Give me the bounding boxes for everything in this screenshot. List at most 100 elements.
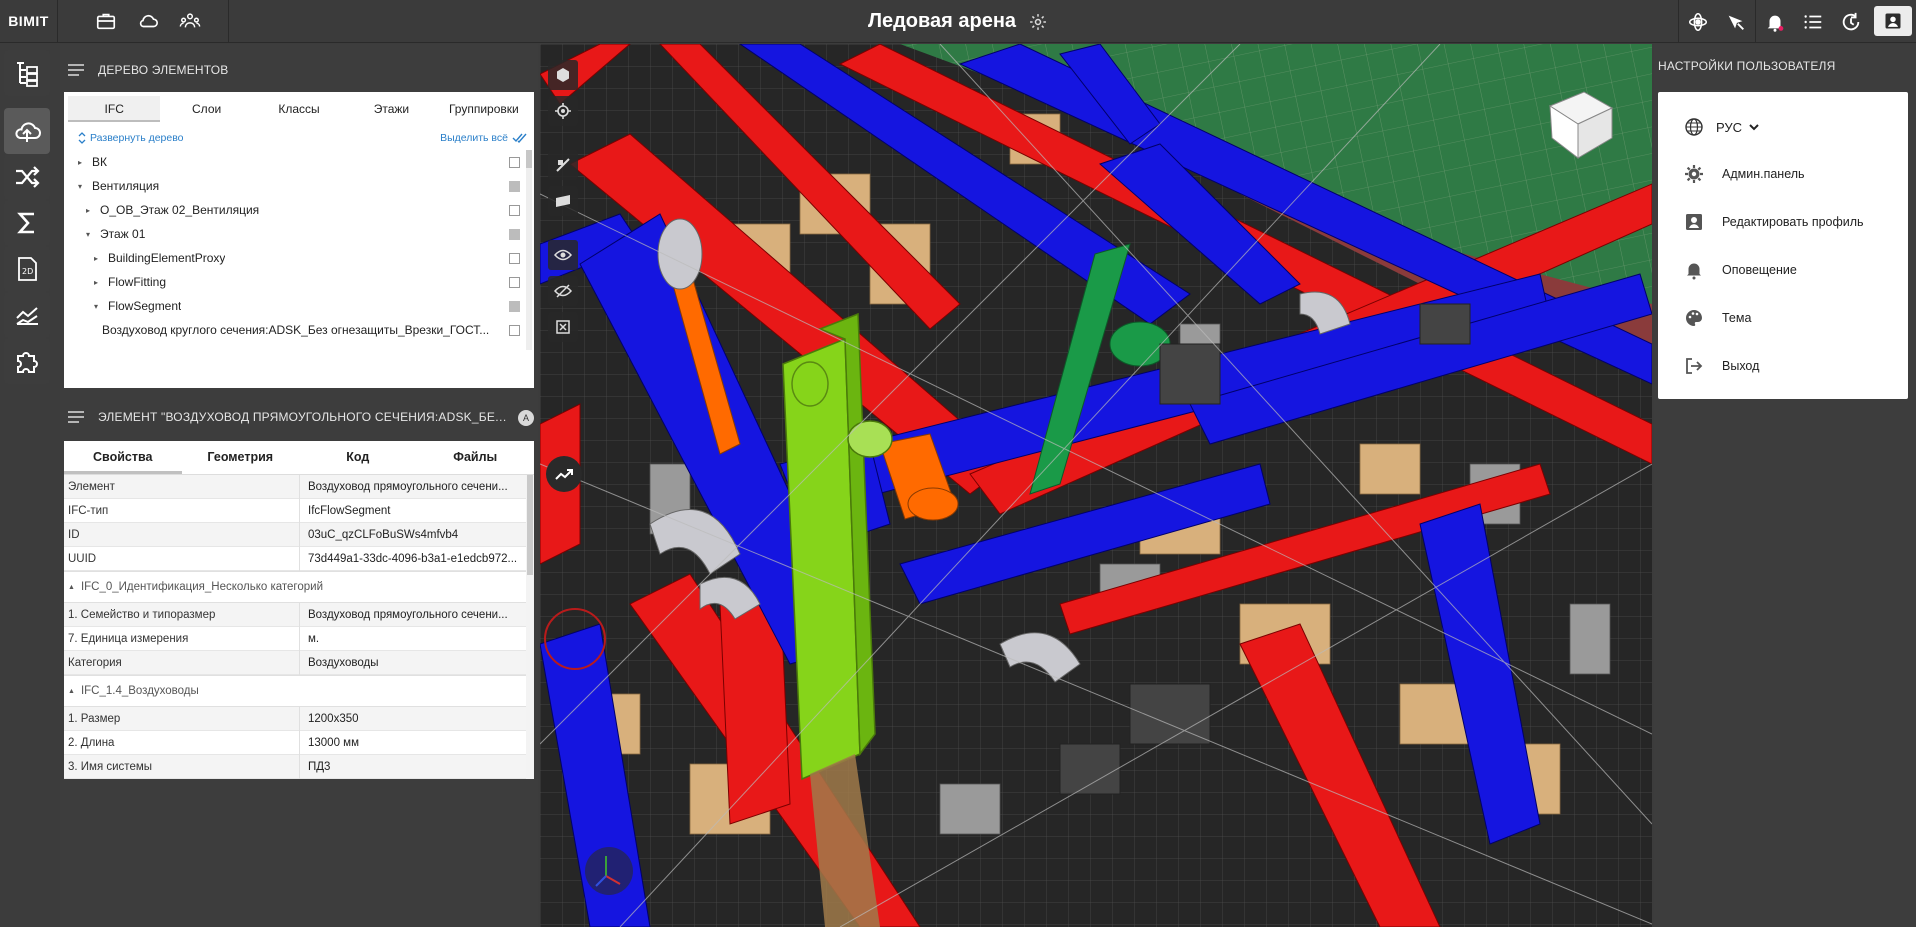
caret-down-icon[interactable]: ▾ — [74, 182, 86, 191]
tree-node-checkbox[interactable] — [509, 252, 520, 264]
property-key: 1. Размер — [64, 706, 300, 731]
logout-item[interactable]: Выход — [1658, 342, 1908, 390]
theme-item[interactable]: Тема — [1658, 294, 1908, 342]
property-group-label: IFC_0_Идентификация_Несколько категорий — [80, 581, 324, 593]
tab-code[interactable]: Код — [299, 441, 417, 474]
list-icon[interactable] — [1794, 0, 1832, 43]
tree-node-checkbox[interactable] — [509, 324, 520, 336]
bell-icon[interactable] — [1756, 0, 1794, 43]
user-settings-panel: НАСТРОЙКИ ПОЛЬЗОВАТЕЛЯ РУС Админ.панель … — [1654, 44, 1916, 927]
notifications-item[interactable]: Оповещение — [1658, 246, 1908, 294]
plugin-icon[interactable] — [4, 338, 50, 384]
plane-icon[interactable] — [548, 186, 578, 216]
caret-right-icon[interactable]: ▸ — [90, 254, 102, 263]
properties-scrollbar[interactable] — [526, 475, 534, 779]
bell-icon — [1687, 263, 1701, 280]
history-icon[interactable] — [1832, 0, 1870, 43]
menu-icon[interactable] — [68, 411, 84, 423]
tree-node[interactable]: ▾ FlowSegment — [64, 294, 534, 318]
tree-node-checkbox[interactable] — [509, 156, 520, 168]
select-all-button[interactable]: Выделить всё — [440, 132, 528, 144]
tree-node[interactable]: ▸ FlowFitting — [64, 270, 534, 294]
caret-right-icon[interactable]: ▸ — [90, 278, 102, 287]
sum-icon[interactable] — [4, 200, 50, 246]
property-row: 1. Размер 1200x350 — [64, 706, 526, 731]
tree-node-checkbox[interactable] — [509, 276, 520, 288]
navigation-cube[interactable] — [1540, 84, 1620, 164]
tree-node-checkbox[interactable] — [509, 228, 520, 240]
tab-classes[interactable]: Классы — [253, 96, 345, 122]
tab-floors[interactable]: Этажи — [345, 96, 437, 122]
trend-icon[interactable] — [546, 456, 582, 492]
account-icon[interactable] — [1874, 6, 1912, 36]
theme-label: Тема — [1722, 311, 1752, 325]
tab-groupings[interactable]: Группировки — [438, 96, 530, 122]
property-key: UUID — [64, 546, 300, 571]
target-icon[interactable] — [548, 96, 578, 126]
eye-icon[interactable] — [548, 240, 578, 270]
tab-geometry[interactable]: Геометрия — [182, 441, 300, 474]
admin-panel-item[interactable]: Админ.панель — [1658, 150, 1908, 198]
tree-tabs: IFC Слои Классы Этажи Группировки — [64, 92, 534, 126]
tree-node-label: BuildingElementProxy — [108, 251, 226, 265]
chevron-down-icon — [1749, 124, 1759, 131]
property-value: Воздуховод прямоугольного сечени... — [308, 608, 508, 621]
caret-down-icon[interactable]: ▾ — [82, 230, 94, 239]
cube-icon[interactable] — [548, 60, 578, 90]
element-badge[interactable]: A — [518, 410, 534, 426]
tab-files[interactable]: Файлы — [417, 441, 535, 474]
section-icon[interactable] — [548, 150, 578, 180]
tree-node[interactable]: Воздуховод круглого сечения:ADSK_Без огн… — [64, 318, 534, 342]
caret-right-icon[interactable]: ▸ — [74, 158, 86, 167]
orbit-icon[interactable] — [1679, 0, 1717, 43]
user-settings-title: НАСТРОЙКИ ПОЛЬЗОВАТЕЛЯ — [1658, 59, 1836, 73]
shuffle-icon[interactable] — [4, 154, 50, 200]
edit-profile-item[interactable]: Редактировать профиль — [1658, 198, 1908, 246]
menu-icon[interactable] — [68, 64, 84, 76]
caret-right-icon[interactable]: ▸ — [82, 206, 94, 215]
property-group-header[interactable]: ▲ IFC_0_Идентификация_Несколько категорий — [64, 571, 526, 603]
tree-scrollbar[interactable] — [526, 150, 532, 350]
palette-icon — [1686, 310, 1702, 326]
tree-panel-title: ДЕРЕВО ЭЛЕМЕНТОВ — [98, 63, 229, 77]
tab-ifc[interactable]: IFC — [68, 96, 161, 122]
cloud-icon[interactable] — [128, 0, 168, 43]
tree-node[interactable]: ▸ BuildingElementProxy — [64, 246, 534, 270]
tree-node-checkbox[interactable] — [509, 180, 520, 192]
3d-viewport[interactable] — [540, 44, 1652, 927]
pan-icon[interactable] — [1717, 0, 1755, 43]
tree-node-checkbox[interactable] — [509, 204, 520, 216]
2d-icon[interactable]: 2D — [4, 246, 50, 292]
collapse-icon[interactable]: ▲ — [68, 688, 75, 695]
cloud-model-icon[interactable] — [4, 108, 50, 154]
tab-properties[interactable]: Свойства — [64, 441, 182, 474]
left-panel: ДЕРЕВО ЭЛЕМЕНТОВ IFC Слои Классы Этажи Г… — [60, 44, 538, 927]
logout-icon — [1686, 358, 1703, 374]
tree-node[interactable]: ▾ Вентиляция — [64, 174, 534, 198]
tree-icon[interactable] — [4, 50, 50, 96]
chart-icon[interactable] — [4, 292, 50, 338]
caret-down-icon[interactable]: ▾ — [90, 302, 102, 311]
tree-node[interactable]: ▾ Этаж 01 — [64, 222, 534, 246]
scroll-thumb[interactable] — [527, 475, 533, 575]
property-row: IFC-тип IfcFlowSegment — [64, 498, 526, 523]
language-select[interactable]: РУС — [1658, 104, 1908, 150]
scroll-thumb[interactable] — [526, 150, 532, 168]
collapse-icon[interactable]: ▲ — [68, 584, 75, 591]
tab-layers[interactable]: Слои — [160, 96, 252, 122]
clear-section-icon[interactable] — [548, 312, 578, 342]
tree-node-label: ВК — [92, 155, 107, 169]
briefcase-icon[interactable] — [86, 0, 126, 43]
hide-icon[interactable] — [548, 276, 578, 306]
tree-node-checkbox[interactable] — [509, 300, 520, 312]
property-group-header[interactable]: ▲ IFC_1.4_Воздуховоды — [64, 675, 526, 707]
tree-node[interactable]: ▸ ВК — [64, 150, 534, 174]
logo[interactable]: BIMIT — [0, 0, 58, 43]
tree-node[interactable]: ▸ О_ОВ_Этаж 02_Вентиляция — [64, 198, 534, 222]
bim-model-scene[interactable] — [540, 44, 1652, 927]
expand-tree-button[interactable]: Развернуть дерево — [78, 132, 184, 144]
property-row: 3. Имя системы ПД3 — [64, 754, 526, 779]
team-icon[interactable] — [170, 0, 210, 43]
project-settings-gear-icon[interactable] — [1028, 12, 1048, 32]
tree-panel-header: ДЕРЕВО ЭЛЕМЕНТОВ — [60, 52, 538, 88]
